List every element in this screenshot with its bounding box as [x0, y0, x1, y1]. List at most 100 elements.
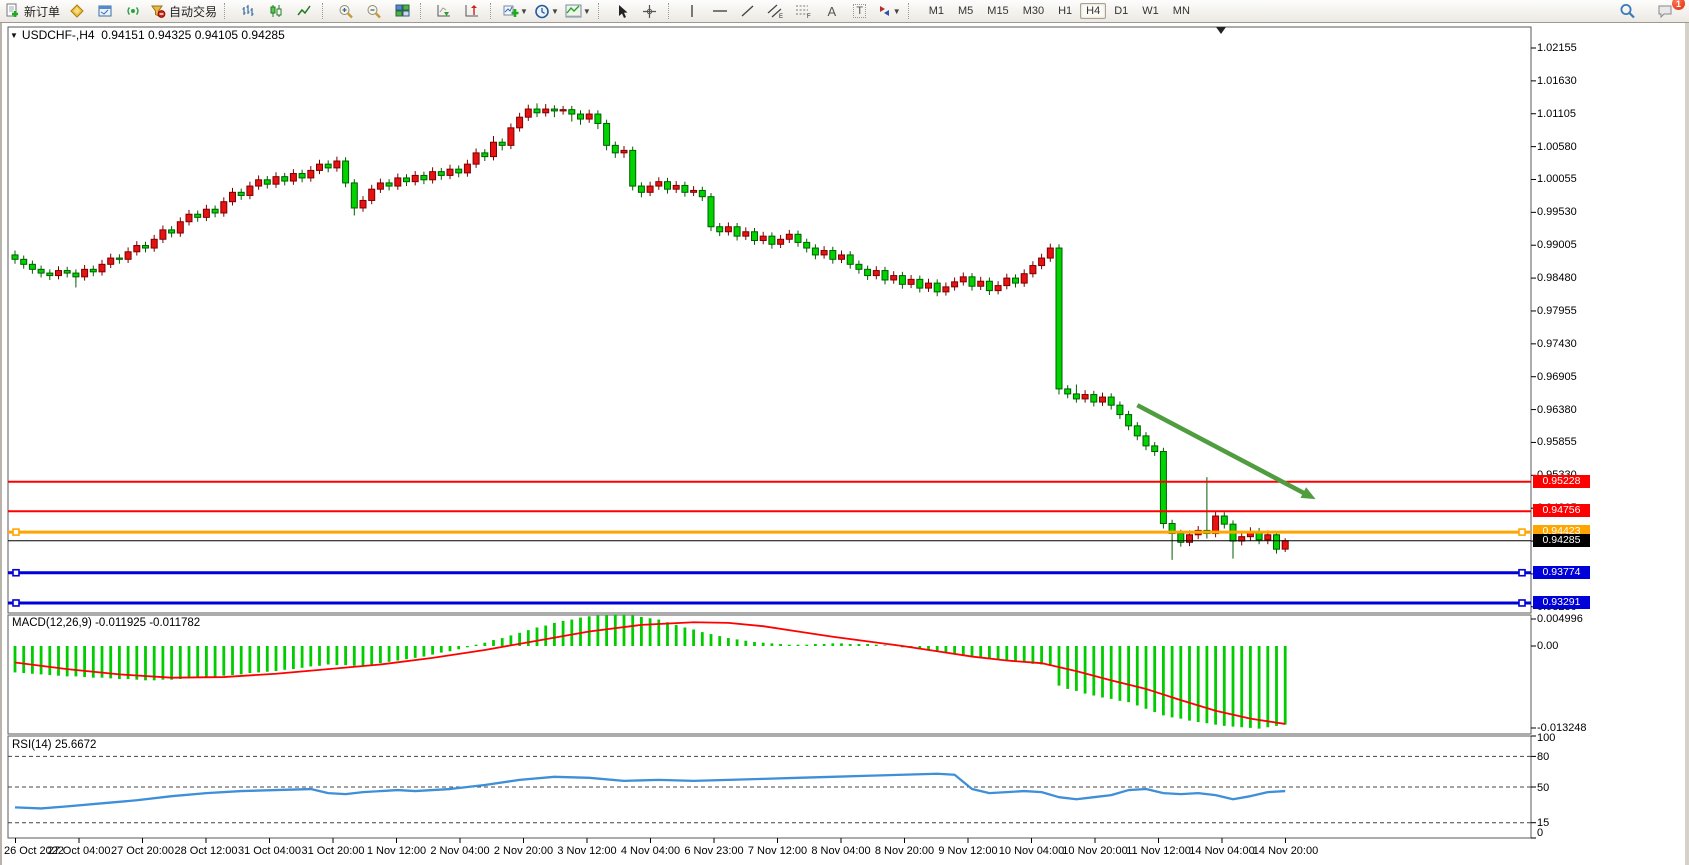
candle-body — [377, 183, 383, 189]
candle-body — [351, 183, 357, 208]
candlestick-chart-icon — [269, 4, 284, 18]
candle-body — [491, 142, 497, 156]
horizontal-line-icon — [712, 4, 728, 18]
candle-body — [90, 269, 96, 272]
crosshair-button[interactable] — [636, 0, 664, 22]
candle-body — [221, 202, 227, 213]
candle-body — [108, 258, 114, 264]
line-chart-button[interactable] — [290, 0, 318, 22]
candle-body — [508, 128, 514, 146]
line-handle — [1519, 529, 1525, 535]
timeframe-M15-button[interactable]: M15 — [981, 3, 1014, 19]
notifications-button[interactable]: 1 — [1651, 0, 1679, 22]
timeframe-H4-button[interactable]: H4 — [1080, 3, 1106, 19]
chart-window: ▼USDCHF-,H4 0.94151 0.94325 0.94105 0.94… — [0, 23, 1689, 865]
fibonacci-button[interactable]: F — [790, 0, 818, 22]
timeframe-W1-button[interactable]: W1 — [1136, 3, 1165, 19]
search-button[interactable] — [1613, 0, 1641, 22]
cursor-button[interactable] — [608, 0, 636, 22]
text-label-button[interactable]: T — [846, 0, 874, 22]
timeframe-M1-button[interactable]: M1 — [923, 3, 950, 19]
price-tick-label: 1.01105 — [1537, 108, 1576, 120]
candle-body — [1004, 278, 1010, 286]
price-tick-label: 1.00580 — [1537, 141, 1577, 153]
candle-body — [1065, 389, 1071, 394]
indicators-button[interactable]: ▼ — [500, 0, 531, 22]
line-handle — [13, 529, 19, 535]
signals-button[interactable] — [119, 0, 147, 22]
auto-scroll-button[interactable] — [430, 0, 458, 22]
price-tick-label: 1.00055 — [1537, 173, 1577, 185]
trendline-button[interactable] — [734, 0, 762, 22]
timeframe-M30-button[interactable]: M30 — [1017, 3, 1050, 19]
periods-button[interactable]: ▼ — [531, 0, 562, 22]
chart-title: ▼USDCHF-,H4 0.94151 0.94325 0.94105 0.94… — [10, 28, 285, 42]
text-button[interactable]: A — [818, 0, 846, 22]
autotrade-button[interactable]: 自动交易 — [147, 0, 220, 22]
candle-body — [238, 192, 244, 195]
line-chart-icon — [297, 4, 312, 18]
terminal-window-icon — [97, 4, 113, 18]
time-axis-label: 14 Nov 04:00 — [1189, 845, 1254, 857]
macd-values: -0.011925 -0.011782 — [95, 617, 200, 629]
candle-body — [708, 197, 714, 227]
vertical-line-icon — [686, 4, 698, 18]
equidistant-channel-button[interactable]: E — [762, 0, 790, 22]
line-handle — [1519, 600, 1525, 606]
signals-icon — [125, 4, 141, 18]
line-handle — [1519, 570, 1525, 576]
rsi-scale-label: 50 — [1537, 782, 1549, 794]
candle-body — [769, 236, 775, 244]
timeframe-H1-button[interactable]: H1 — [1052, 3, 1078, 19]
zoom-in-button[interactable] — [332, 0, 360, 22]
rsi-scale-label: 80 — [1537, 751, 1549, 763]
time-axis-label: 10 Nov 04:00 — [999, 845, 1064, 857]
gold-button[interactable] — [63, 0, 91, 22]
new-order-button[interactable]: 新订单 — [2, 0, 63, 22]
chart-canvas[interactable] — [2, 23, 1685, 865]
chart-shift-marker[interactable] — [1216, 27, 1226, 34]
templates-button[interactable]: ▼ — [562, 0, 594, 22]
time-axis-label: 10 Nov 20:00 — [1062, 845, 1127, 857]
candle-body — [29, 264, 35, 269]
candle-body — [334, 161, 340, 168]
tile-windows-button[interactable] — [388, 0, 416, 22]
candle-body — [21, 259, 27, 264]
zoom-out-button[interactable] — [360, 0, 388, 22]
candle-body — [482, 153, 488, 157]
chart-shift-button[interactable] — [458, 0, 486, 22]
candle-body — [804, 242, 810, 248]
time-axis-label: 8 Nov 04:00 — [811, 845, 870, 857]
vertical-line-button[interactable] — [678, 0, 706, 22]
crosshair-icon — [642, 4, 657, 19]
candle-body — [447, 169, 453, 175]
horizontal-line-button[interactable] — [706, 0, 734, 22]
candle-body — [499, 142, 505, 145]
time-axis-label: 2 Nov 20:00 — [494, 845, 553, 857]
candle-body — [1073, 394, 1079, 399]
timeframe-MN-button[interactable]: MN — [1167, 3, 1196, 19]
toolbar-separator — [490, 3, 497, 19]
rsi-name: RSI(14) — [12, 739, 52, 751]
macd-indicator-label: MACD(12,26,9) -0.011925 -0.011782 — [12, 617, 200, 629]
notification-badge[interactable]: 1 — [1672, 0, 1685, 10]
candle-body — [699, 190, 705, 196]
candle-body — [995, 286, 1001, 291]
toolbar-separator — [598, 3, 605, 19]
candle-body — [177, 222, 183, 233]
candle-body — [317, 164, 323, 170]
candle-body — [917, 279, 923, 288]
timeframe-M5-button[interactable]: M5 — [952, 3, 979, 19]
bar-chart-button[interactable] — [234, 0, 262, 22]
terminal-button[interactable] — [91, 0, 119, 22]
candle-body — [412, 175, 418, 181]
search-icon — [1619, 3, 1636, 19]
candle-body — [517, 117, 523, 128]
timeframe-D1-button[interactable]: D1 — [1108, 3, 1134, 19]
dropdown-caret: ▼ — [583, 7, 591, 16]
candle-body — [847, 255, 853, 264]
arrows-button[interactable]: ▼ — [874, 0, 904, 22]
candlestick-chart-button[interactable] — [262, 0, 290, 22]
symbol-dropdown-arrow[interactable]: ▼ — [10, 31, 18, 40]
template-chart-icon — [565, 4, 582, 18]
